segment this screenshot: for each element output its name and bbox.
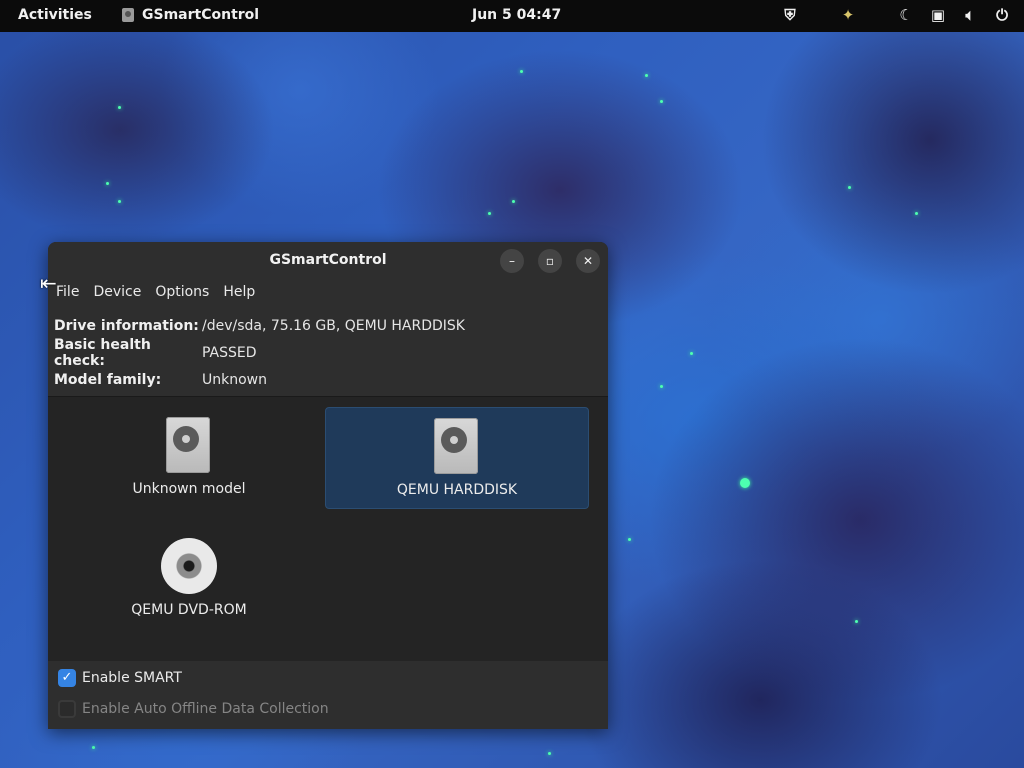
window-titlebar[interactable]: GSmartControl – ▫ ✕ — [48, 242, 608, 278]
auto-offline-label: Enable Auto Offline Data Collection — [82, 701, 329, 717]
model-family-value: Unknown — [202, 371, 267, 388]
volume-icon[interactable]: 🔈︎ — [962, 6, 978, 24]
activities-button[interactable]: Activities — [18, 7, 92, 23]
window-title: GSmartControl — [269, 252, 387, 268]
hard-disk-icon — [166, 417, 210, 473]
device-list: Unknown model QEMU HARDDISK QEMU DVD-ROM — [48, 397, 608, 662]
menu-help[interactable]: Help — [217, 278, 263, 308]
shield-icon[interactable]: ⛨ — [782, 6, 798, 24]
close-button[interactable]: ✕ — [576, 249, 600, 273]
mouse-pointer-icon: ⇤ — [40, 271, 57, 295]
optical-disc-icon — [161, 538, 217, 594]
device-label: Unknown model — [132, 481, 246, 497]
device-unknown-model[interactable]: Unknown model — [58, 407, 320, 507]
enable-smart-checkbox[interactable]: ✓ — [58, 669, 76, 687]
app-menu-label: GSmartControl — [142, 7, 260, 23]
power-icon[interactable]: ⏻ — [994, 6, 1010, 24]
health-check-value: PASSED — [202, 344, 257, 361]
app-menu[interactable]: GSmartControl — [122, 7, 259, 23]
night-light-icon[interactable]: ☾ — [898, 6, 914, 24]
health-check-label: Basic health check: — [54, 336, 151, 369]
device-label: QEMU HARDDISK — [396, 482, 518, 498]
gsmartcontrol-app-icon — [122, 8, 134, 22]
system-tray[interactable]: ⛨ ✦ ☾ ▣ 🔈︎ ⏻ — [782, 6, 1010, 24]
menu-bar: File Device Options Help — [48, 278, 608, 308]
drive-information-label: Drive information: — [54, 317, 199, 334]
screen-icon[interactable]: ▣ — [930, 6, 946, 24]
auto-offline-checkbox — [58, 700, 76, 718]
drive-information-value: /dev/sda, 75.16 GB, QEMU HARDDISK — [202, 317, 465, 334]
options-panel: ✓ Enable SMART Enable Auto Offline Data … — [48, 661, 608, 729]
hard-disk-icon — [434, 418, 478, 474]
auto-offline-option: Enable Auto Offline Data Collection — [58, 700, 329, 718]
menu-device[interactable]: Device — [87, 278, 149, 308]
enable-smart-option[interactable]: ✓ Enable SMART — [58, 669, 182, 687]
device-label: QEMU DVD-ROM — [131, 602, 247, 618]
device-qemu-dvd-rom[interactable]: QEMU DVD-ROM — [58, 528, 320, 628]
gsmartcontrol-window: GSmartControl – ▫ ✕ File Device Options … — [48, 242, 608, 729]
enable-smart-label: Enable SMART — [82, 670, 182, 686]
minimize-button[interactable]: – — [500, 249, 524, 273]
model-family-label: Model family: — [54, 371, 162, 388]
software-updates-icon[interactable]: ✦ — [840, 6, 856, 24]
menu-options[interactable]: Options — [149, 278, 217, 308]
drive-info-panel: Drive information: /dev/sda, 75.16 GB, Q… — [48, 308, 608, 397]
clock[interactable]: Jun 5 04:47 — [472, 7, 561, 23]
device-qemu-harddisk[interactable]: QEMU HARDDISK — [325, 407, 589, 509]
maximize-button[interactable]: ▫ — [538, 249, 562, 273]
top-bar: Activities GSmartControl Jun 5 04:47 ⛨ ✦… — [0, 0, 1024, 32]
